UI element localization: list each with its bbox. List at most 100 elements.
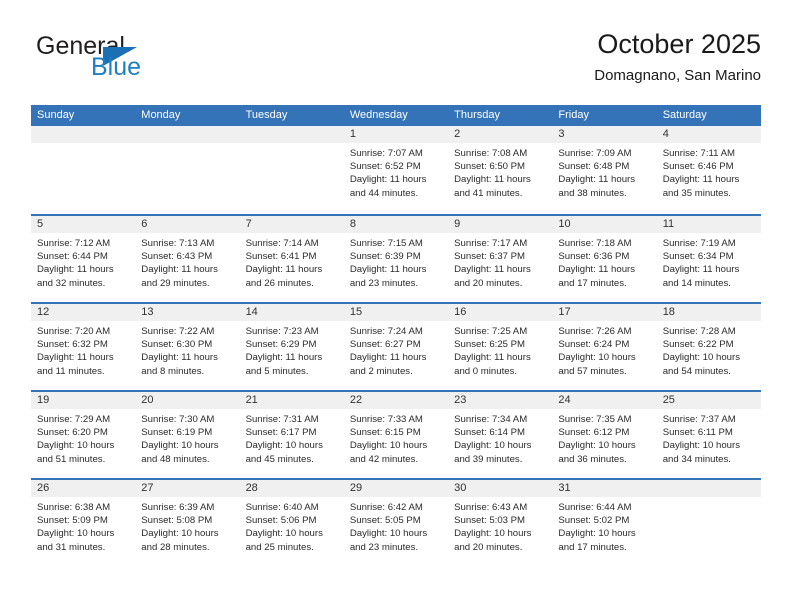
- day-number: 28: [239, 480, 344, 497]
- day-number: 1: [343, 126, 449, 143]
- day-cell[interactable]: 4 Sunrise: 7:11 AM Sunset: 6:46 PM Daylight…: [656, 126, 761, 214]
- day-details: Sunrise: 7:28 AM Sunset: 6:22 PM Daylight:…: [657, 321, 761, 378]
- day-cell[interactable]: 29 Sunrise: 6:42 AM Sunset: 5:05 PM Dayligh…: [343, 480, 449, 566]
- sunrise-text: Sunrise: 7:11 AM: [662, 148, 736, 159]
- day-details: Sunrise: 7:25 AM Sunset: 6:25 PM Daylight:…: [448, 321, 552, 378]
- sunrise-text: Sunrise: 7:25 AM: [454, 326, 528, 337]
- daylight-text: Daylight: 11 hours and 20 minutes.: [454, 264, 531, 289]
- day-cell[interactable]: 8 Sunrise: 7:15 AM Sunset: 6:39 PM Daylight…: [343, 216, 449, 302]
- sunrise-text: Sunrise: 7:14 AM: [245, 238, 319, 249]
- day-cell[interactable]: 23 Sunrise: 7:34 AM Sunset: 6:14 PM Dayligh…: [448, 392, 553, 478]
- day-cell[interactable]: 21 Sunrise: 7:31 AM Sunset: 6:17 PM Dayligh…: [239, 392, 344, 478]
- day-cell[interactable]: 20 Sunrise: 7:30 AM Sunset: 6:19 PM Dayligh…: [135, 392, 240, 478]
- day-cell[interactable]: 10 Sunrise: 7:18 AM Sunset: 6:36 PM Dayligh…: [552, 216, 657, 302]
- day-cell[interactable]: 19 Sunrise: 7:29 AM Sunset: 6:20 PM Dayligh…: [31, 392, 136, 478]
- day-cell[interactable]: 26 Sunrise: 6:38 AM Sunset: 5:09 PM Dayligh…: [31, 480, 136, 566]
- sunrise-text: Sunrise: 7:08 AM: [454, 148, 528, 159]
- day-cell[interactable]: 2 Sunrise: 7:08 AM Sunset: 6:50 PM Daylight…: [448, 126, 553, 214]
- sunset-text: Sunset: 5:05 PM: [349, 515, 421, 527]
- day-details: Sunrise: 6:39 AM Sunset: 5:08 PM Daylight:…: [135, 497, 239, 554]
- day-cell[interactable]: 18 Sunrise: 7:28 AM Sunset: 6:22 PM Dayligh…: [656, 304, 761, 390]
- day-details: Sunrise: 7:19 AM Sunset: 6:34 PM Daylight:…: [657, 233, 761, 290]
- sunrise-text: Sunrise: 7:23 AM: [245, 326, 319, 337]
- day-number: 10: [552, 216, 657, 233]
- day-cell[interactable]: 1 Sunrise: 7:07 AM Sunset: 6:52 PM Daylight…: [343, 126, 449, 214]
- day-cell[interactable]: 22 Sunrise: 7:33 AM Sunset: 6:15 PM Dayligh…: [343, 392, 449, 478]
- day-cell[interactable]: 30 Sunrise: 6:43 AM Sunset: 5:03 PM Dayligh…: [448, 480, 553, 566]
- day-cell[interactable]: 17 Sunrise: 7:26 AM Sunset: 6:24 PM Dayligh…: [552, 304, 657, 390]
- day-number: 19: [31, 392, 136, 409]
- day-cell[interactable]: 6 Sunrise: 7:13 AM Sunset: 6:43 PM Daylight…: [135, 216, 240, 302]
- day-cell[interactable]: 11 Sunrise: 7:19 AM Sunset: 6:34 PM Dayligh…: [656, 216, 761, 302]
- day-cell[interactable]: 9 Sunrise: 7:17 AM Sunset: 6:37 PM Daylight…: [448, 216, 553, 302]
- sunrise-text: Sunrise: 7:19 AM: [662, 238, 736, 249]
- day-details: Sunrise: 6:38 AM Sunset: 5:09 PM Daylight:…: [31, 497, 135, 554]
- sunrise-text: Sunrise: 7:33 AM: [349, 414, 423, 425]
- day-cell[interactable]: 13 Sunrise: 7:22 AM Sunset: 6:30 PM Dayligh…: [135, 304, 240, 390]
- day-cell[interactable]: 15 Sunrise: 7:24 AM Sunset: 6:27 PM Dayligh…: [343, 304, 449, 390]
- day-cell[interactable]: 7 Sunrise: 7:14 AM Sunset: 6:41 PM Daylight…: [239, 216, 344, 302]
- sunset-text: Sunset: 6:43 PM: [141, 251, 213, 263]
- day-number: 26: [31, 480, 136, 497]
- weekday-header-saturday: Saturday: [662, 109, 707, 121]
- sunset-text: Sunset: 5:06 PM: [245, 515, 317, 527]
- day-cell[interactable]: 25 Sunrise: 7:37 AM Sunset: 6:11 PM Dayligh…: [656, 392, 761, 478]
- day-cell[interactable]: 24 Sunrise: 7:35 AM Sunset: 6:12 PM Dayligh…: [552, 392, 657, 478]
- day-details: Sunrise: 7:22 AM Sunset: 6:30 PM Daylight:…: [135, 321, 239, 378]
- day-details: Sunrise: 7:13 AM Sunset: 6:43 PM Daylight:…: [135, 233, 239, 290]
- calendar-weeks: 1 Sunrise: 7:07 AM Sunset: 6:52 PM Daylight…: [31, 126, 761, 566]
- day-number: 21: [239, 392, 344, 409]
- day-cell-empty: [31, 126, 136, 214]
- day-number: 22: [343, 392, 449, 409]
- sunrise-text: Sunrise: 7:15 AM: [349, 238, 423, 249]
- daylight-text: Daylight: 10 hours and 23 minutes.: [349, 528, 428, 553]
- day-cell[interactable]: 27 Sunrise: 6:39 AM Sunset: 5:08 PM Dayligh…: [135, 480, 240, 566]
- day-cell-empty: [656, 480, 761, 566]
- sunset-text: Sunset: 6:20 PM: [37, 427, 108, 439]
- day-cell[interactable]: 5 Sunrise: 7:12 AM Sunset: 6:44 PM Daylight…: [31, 216, 136, 302]
- logo-text-blue: Blue: [91, 53, 142, 81]
- daylight-text: Daylight: 11 hours and 2 minutes.: [349, 352, 427, 377]
- day-cell[interactable]: 14 Sunrise: 7:23 AM Sunset: 6:29 PM Dayligh…: [239, 304, 344, 390]
- title-block: October 2025 Domagnano, San Marino: [594, 28, 761, 85]
- daylight-text: Daylight: 10 hours and 31 minutes.: [37, 528, 115, 553]
- sunset-text: Sunset: 6:32 PM: [37, 339, 108, 351]
- sunset-text: Sunset: 6:27 PM: [349, 339, 421, 351]
- daylight-text: Daylight: 11 hours and 38 minutes.: [558, 174, 636, 199]
- page-subtitle: Domagnano, San Marino: [594, 67, 761, 84]
- day-number: 18: [656, 304, 761, 321]
- sunrise-text: Sunrise: 7:31 AM: [245, 414, 319, 425]
- sunrise-text: Sunrise: 7:07 AM: [349, 148, 423, 159]
- daylight-text: Daylight: 10 hours and 28 minutes.: [141, 528, 219, 553]
- daylight-text: Daylight: 11 hours and 35 minutes.: [662, 174, 740, 199]
- sunrise-text: Sunrise: 7:35 AM: [558, 414, 632, 425]
- sunset-text: Sunset: 6:25 PM: [454, 339, 526, 351]
- sunrise-text: Sunrise: 7:29 AM: [37, 414, 111, 425]
- sunset-text: Sunset: 6:15 PM: [349, 427, 421, 439]
- weekday-header-tuesday: Tuesday: [245, 109, 288, 121]
- day-cell[interactable]: 28 Sunrise: 6:40 AM Sunset: 5:06 PM Dayligh…: [239, 480, 344, 566]
- day-number: 23: [448, 392, 553, 409]
- day-cell[interactable]: 16 Sunrise: 7:25 AM Sunset: 6:25 PM Dayligh…: [448, 304, 553, 390]
- calendar-week-row: 26 Sunrise: 6:38 AM Sunset: 5:09 PM Dayligh…: [31, 478, 761, 566]
- sunset-text: Sunset: 6:17 PM: [245, 427, 317, 439]
- sunset-text: Sunset: 6:24 PM: [558, 339, 630, 351]
- day-number: 8: [343, 216, 449, 233]
- day-cell[interactable]: 31 Sunrise: 6:44 AM Sunset: 5:02 PM Dayligh…: [552, 480, 657, 566]
- sunrise-text: Sunrise: 7:20 AM: [37, 326, 111, 337]
- daylight-text: Daylight: 10 hours and 34 minutes.: [662, 440, 741, 465]
- sunset-text: Sunset: 5:03 PM: [454, 515, 526, 527]
- daylight-text: Daylight: 11 hours and 44 minutes.: [349, 174, 427, 199]
- day-cell[interactable]: 3 Sunrise: 7:09 AM Sunset: 6:48 PM Daylight…: [552, 126, 657, 214]
- sunrise-text: Sunrise: 6:38 AM: [37, 502, 111, 513]
- sunset-text: Sunset: 6:30 PM: [141, 339, 213, 351]
- sunrise-text: Sunrise: 7:12 AM: [37, 238, 111, 249]
- day-cell[interactable]: 12 Sunrise: 7:20 AM Sunset: 6:32 PM Dayligh…: [31, 304, 136, 390]
- day-number: 29: [343, 480, 449, 497]
- sunrise-text: Sunrise: 7:22 AM: [141, 326, 215, 337]
- daylight-text: Daylight: 11 hours and 32 minutes.: [37, 264, 114, 289]
- sunrise-text: Sunrise: 6:43 AM: [454, 502, 528, 513]
- sunset-text: Sunset: 6:48 PM: [558, 161, 630, 173]
- day-number: 9: [448, 216, 553, 233]
- day-number: [656, 480, 761, 497]
